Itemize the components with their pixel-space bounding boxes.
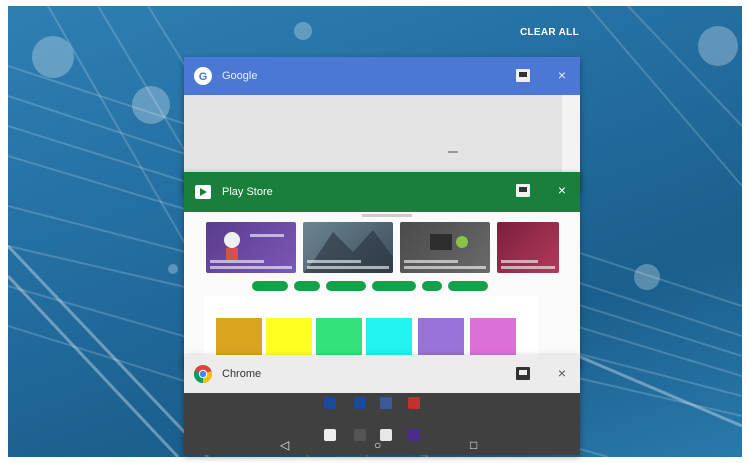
bokeh-circle [168,264,178,274]
category-chip[interactable] [252,281,288,291]
category-chip[interactable] [294,281,320,291]
search-bar [362,214,412,217]
featured-banner [303,222,393,273]
app-title: Google [222,70,258,82]
card-header[interactable]: Play Store × [184,172,580,212]
close-icon[interactable]: × [558,67,566,83]
shortcut-tile[interactable] [324,397,336,409]
google-icon: G [194,67,212,85]
page-indicator [448,151,458,153]
recents-icon[interactable]: □ [470,438,477,452]
category-chip[interactable] [372,281,416,291]
featured-banner [400,222,490,273]
bokeh-circle [698,26,738,66]
card-header[interactable]: G Google × [184,57,580,95]
split-screen-icon[interactable] [516,367,530,380]
split-screen-icon[interactable] [516,184,530,197]
category-chip[interactable] [326,281,366,291]
category-chip[interactable] [422,281,442,291]
app-tile[interactable] [216,318,262,358]
app-title: Chrome [222,368,262,380]
play-store-icon [194,183,212,201]
app-tile[interactable] [266,318,312,358]
featured-banner [497,222,559,273]
bokeh-circle [634,264,660,290]
recent-app-card-play-store[interactable]: Play Store × [184,172,580,368]
chrome-icon [194,365,212,383]
split-screen-icon[interactable] [516,69,530,82]
app-tile[interactable] [470,318,516,358]
app-title: Play Store [222,186,273,198]
back-icon[interactable]: ◁ [280,438,289,452]
home-icon[interactable]: ○ [374,438,381,452]
card-header[interactable]: Chrome × [184,355,580,393]
shortcut-tile[interactable] [354,397,366,409]
youtube-icon[interactable] [408,397,420,409]
bokeh-circle [32,36,74,78]
category-chip[interactable] [448,281,488,291]
close-icon[interactable]: × [558,182,566,198]
clear-all-button[interactable]: CLEAR ALL [520,27,579,38]
bokeh-circle [294,22,312,40]
app-tile[interactable] [418,318,464,358]
svg-text:G: G [199,71,208,83]
facebook-icon[interactable] [380,397,392,409]
app-tile[interactable] [316,318,362,358]
bokeh-circle [132,86,170,124]
close-icon[interactable]: × [558,365,566,381]
navigation-bar: ◁ ○ □ [184,434,580,457]
app-tile[interactable] [366,318,412,358]
featured-banner [206,222,296,273]
